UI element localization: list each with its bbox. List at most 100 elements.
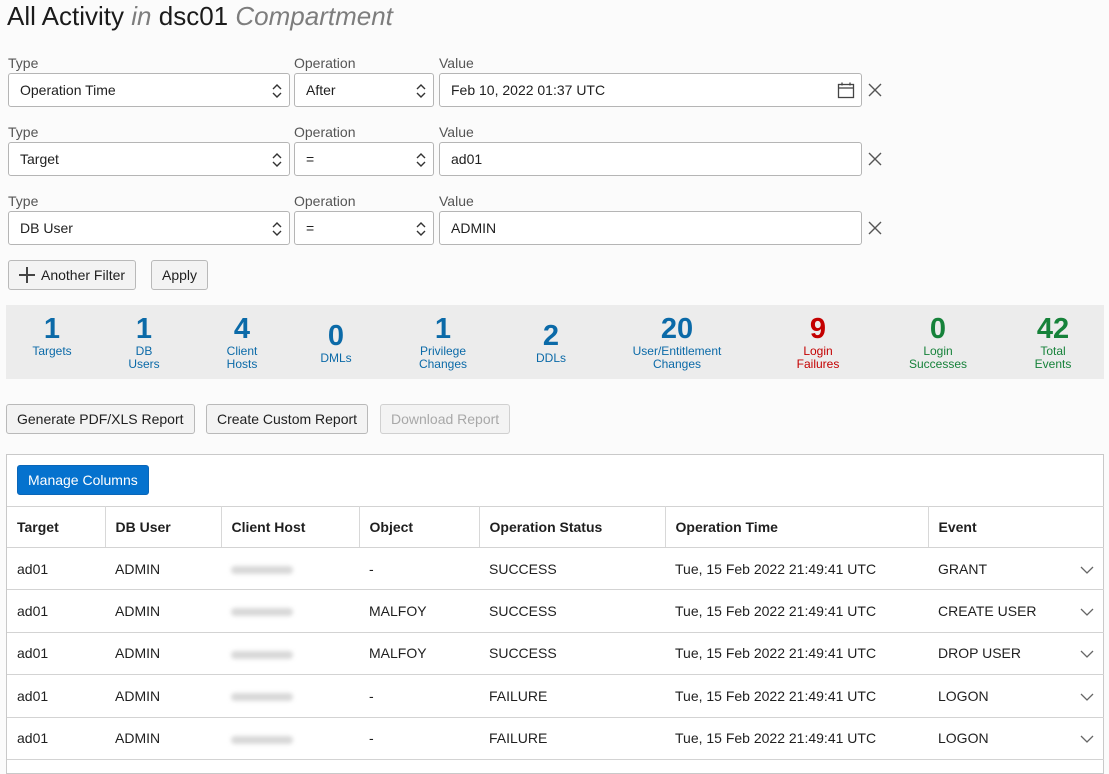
download-report-button: Download Report	[380, 404, 511, 434]
cell-status: FAILURE	[479, 674, 665, 718]
stat-ddls[interactable]: 2 DDLs	[481, 305, 621, 365]
apply-button[interactable]: Apply	[151, 260, 209, 290]
cell-event: GRANT	[928, 547, 1104, 591]
cell-object: -	[359, 674, 479, 718]
operation-select-value: After	[306, 82, 336, 98]
expand-row-chevron-icon[interactable]	[1080, 565, 1094, 575]
table-row[interactable]: ad01 ADMIN MALFOY SUCCESS Tue, 15 Feb 20…	[7, 589, 1104, 633]
stat-value: 9	[809, 313, 827, 345]
stat-total-events[interactable]: 42 Total Events	[983, 305, 1109, 371]
cell-db-user: ADMIN	[105, 717, 221, 760]
event-text: DROP USER	[938, 645, 1021, 662]
cell-time: Tue, 15 Feb 2022 21:49:41 UTC	[665, 632, 928, 676]
cell-event: LOGON	[928, 717, 1104, 760]
table-row[interactable]: ad01 ADMIN - FAILURE Tue, 15 Feb 2022 21…	[7, 717, 1104, 760]
cell-client-host	[221, 632, 359, 676]
stat-login-failures[interactable]: 9 Login Failures	[748, 305, 888, 371]
redacted-host	[231, 565, 293, 574]
cell-status: SUCCESS	[479, 589, 665, 633]
column-header-db-user[interactable]: DB User	[105, 506, 222, 548]
expand-row-chevron-icon[interactable]	[1080, 607, 1094, 617]
cell-event: DROP USER	[928, 632, 1104, 676]
cell-db-user: ADMIN	[105, 632, 221, 676]
expand-row-chevron-icon[interactable]	[1080, 649, 1094, 659]
operation-select[interactable]: After	[294, 73, 434, 107]
value-input-text: Feb 10, 2022 01:37 UTC	[451, 82, 606, 98]
expand-row-chevron-icon[interactable]	[1080, 692, 1094, 702]
calendar-icon[interactable]	[837, 82, 855, 99]
table-row[interactable]: ad01 ADMIN MALFOY SUCCESS Tue, 15 Feb 20…	[7, 632, 1104, 676]
column-header-client-host[interactable]: Client Host	[221, 506, 360, 548]
create-custom-report-button[interactable]: Create Custom Report	[206, 404, 369, 434]
cell-db-user: ADMIN	[105, 674, 221, 718]
cell-object: MALFOY	[359, 632, 479, 676]
table-row[interactable]: ad01 ADMIN - FAILURE Tue, 15 Feb 2022 21…	[7, 674, 1104, 718]
remove-filter-icon[interactable]	[866, 150, 884, 168]
stat-value: 2	[542, 320, 560, 352]
select-arrows-icon	[416, 222, 426, 236]
title-main: All Activity	[7, 1, 125, 31]
remove-filter-icon[interactable]	[866, 81, 884, 99]
generate-report-button[interactable]: Generate PDF/XLS Report	[6, 404, 195, 434]
column-header-object[interactable]: Object	[359, 506, 480, 548]
title-in: in	[131, 1, 152, 31]
cell-status: FAILURE	[479, 717, 665, 760]
operation-select[interactable]: =	[294, 142, 434, 176]
type-select-value: DB User	[20, 220, 73, 236]
filter-row-3: Type Operation Value DB User = ADMIN	[8, 193, 898, 253]
value-input[interactable]: ADMIN	[439, 211, 862, 245]
select-arrows-icon	[416, 153, 426, 167]
value-input[interactable]: ad01	[439, 142, 862, 176]
value-label: Value	[439, 124, 474, 140]
expand-row-chevron-icon[interactable]	[1080, 734, 1094, 744]
another-filter-button[interactable]: Another Filter	[8, 260, 137, 290]
type-label: Type	[8, 193, 39, 209]
remove-filter-icon[interactable]	[866, 219, 884, 237]
value-input-text: ad01	[451, 151, 483, 167]
cell-target: ad01	[7, 547, 105, 591]
stat-label-2: Failures	[796, 357, 840, 371]
column-header-event[interactable]: Event	[928, 506, 1104, 548]
cell-object: -	[359, 717, 479, 760]
value-input-text: ADMIN	[451, 220, 497, 236]
cell-target: ad01	[7, 717, 105, 760]
cell-time: Tue, 15 Feb 2022 21:49:41 UTC	[665, 674, 928, 718]
cell-db-user: ADMIN	[105, 547, 221, 591]
cell-event: CREATE USER	[928, 589, 1104, 633]
table-header-row: Target DB User Client Host Object Operat…	[7, 506, 1104, 548]
value-date-input[interactable]: Feb 10, 2022 01:37 UTC	[439, 73, 862, 107]
summary-stats-bar: 1 Targets 1 DB Users 4 Client Hosts 0 DM…	[6, 305, 1104, 379]
redacted-host	[231, 650, 293, 659]
select-arrows-icon	[272, 153, 282, 167]
type-select[interactable]: Target	[8, 142, 290, 176]
cell-client-host	[221, 547, 359, 591]
value-label: Value	[439, 55, 474, 71]
select-arrows-icon	[272, 222, 282, 236]
table-row[interactable]: ad01 ADMIN - SUCCESS Tue, 15 Feb 2022 21…	[7, 547, 1104, 591]
operation-label: Operation	[294, 55, 356, 71]
filter-row-1: Type Operation Value Operation Time Afte…	[8, 55, 898, 115]
column-header-operation-status[interactable]: Operation Status	[479, 506, 666, 548]
stat-value: 20	[660, 313, 694, 345]
event-text: LOGON	[938, 687, 989, 704]
stat-user-entitlement-changes[interactable]: 20 User/Entitlement Changes	[607, 305, 747, 371]
cell-target: ad01	[7, 589, 105, 633]
type-select[interactable]: DB User	[8, 211, 290, 245]
cell-object: -	[359, 547, 479, 591]
cell-time: Tue, 15 Feb 2022 21:49:41 UTC	[665, 717, 928, 760]
type-select[interactable]: Operation Time	[8, 73, 290, 107]
cell-db-user: ADMIN	[105, 589, 221, 633]
cell-event: LOGON	[928, 674, 1104, 718]
apply-label: Apply	[162, 267, 198, 283]
select-arrows-icon	[272, 84, 282, 98]
operation-select[interactable]: =	[294, 211, 434, 245]
cell-time: Tue, 15 Feb 2022 21:49:41 UTC	[665, 547, 928, 591]
cell-status: SUCCESS	[479, 632, 665, 676]
event-text: CREATE USER	[938, 603, 1037, 620]
column-header-target[interactable]: Target	[7, 506, 106, 548]
cell-client-host	[221, 674, 359, 718]
stat-value: 42	[1036, 313, 1070, 345]
cell-time: Tue, 15 Feb 2022 21:49:41 UTC	[665, 589, 928, 633]
column-header-operation-time[interactable]: Operation Time	[665, 506, 929, 548]
manage-columns-button[interactable]: Manage Columns	[17, 465, 149, 495]
